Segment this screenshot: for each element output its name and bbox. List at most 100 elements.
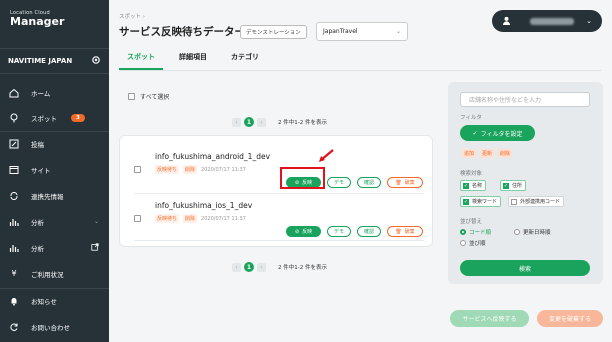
sidebar-item-label: お知らせ (31, 298, 57, 306)
org-name: NAVITIME JAPAN (8, 57, 73, 65)
select-all-checkbox[interactable] (128, 93, 135, 100)
sidebar-item-analytics-external[interactable]: 分析 (0, 235, 109, 260)
notification-badge: 3 (71, 113, 85, 122)
pin-icon (9, 113, 19, 123)
chip-label: 住所 (512, 183, 523, 189)
tab-spot[interactable]: スポット (119, 52, 163, 70)
prev-page-button[interactable]: ‹ (232, 117, 241, 127)
sidebar-item-integration[interactable]: 連携先情報 (0, 183, 109, 208)
project-select-value: JapanTravel (323, 28, 358, 35)
page-number[interactable]: 1 (244, 117, 254, 127)
sidebar-item-post[interactable]: 投稿 (0, 131, 109, 156)
confirm-button[interactable]: 確認 (357, 177, 381, 188)
sidebar-item-label: ホーム (31, 89, 51, 98)
sidebar-item-site[interactable]: サイト (0, 157, 109, 182)
discard-button[interactable]: 🗑 破棄 (387, 177, 423, 188)
sidebar-item-home[interactable]: ホーム (0, 80, 109, 105)
target-keyword-checkbox[interactable]: ✓ 検索ワード (460, 196, 502, 207)
sidebar-item-label: スポット (31, 114, 57, 123)
sidebar-item-usage[interactable]: ¥ ご利用状況 (0, 261, 109, 286)
tab-details[interactable]: 詳細項目 (171, 52, 215, 70)
confirm-button[interactable]: 確認 (357, 226, 381, 237)
sort-order-radio[interactable]: 並び順 (460, 239, 486, 247)
target-external-code-checkbox[interactable]: 外部連携用コード (508, 196, 565, 207)
apply-to-service-button[interactable]: サービスへ反映する (450, 310, 529, 327)
reflect-button[interactable]: ⊘ 反映 (286, 226, 321, 237)
sidebar: Location Cloud Manager NAVITIME JAPAN ホー… (0, 0, 109, 342)
row-checkbox[interactable] (134, 166, 141, 173)
page-title: サービス反映待ちデーター覧 (119, 26, 256, 38)
select-all-label: すべて選択 (140, 94, 170, 101)
project-select[interactable]: JapanTravel ⌄ (316, 22, 408, 41)
chip-label: 名称 (472, 183, 483, 189)
next-page-button[interactable]: › (257, 262, 266, 272)
sidebar-item-label: 分析 (31, 218, 44, 227)
user-menu[interactable]: ⌄ (492, 10, 602, 32)
updated-date: 2020/07/17 11:37 (201, 166, 246, 173)
prev-page-button[interactable]: ‹ (232, 262, 241, 272)
pagination-top: ‹ 1 › 2 件中1-2 件を表示 (232, 117, 327, 127)
chevron-down-icon: ⌄ (586, 17, 592, 25)
set-filter-button[interactable]: ✓ フィルタを設定 (460, 125, 535, 141)
tab-category[interactable]: カテゴリ (223, 52, 267, 70)
search-button[interactable]: 検索 (460, 260, 590, 276)
radio-unselected (460, 240, 466, 246)
chart-icon (9, 217, 19, 227)
spot-name[interactable]: info_fukushima_android_1_dev (155, 152, 270, 161)
demo-badge: デモンストレーション (240, 25, 307, 39)
sidebar-item-label: ご利用状況 (31, 270, 64, 279)
target-name-checkbox[interactable]: ✓ 名称 (460, 180, 487, 191)
discard-changes-button[interactable]: 変更を破棄する (537, 310, 603, 327)
refresh-icon (9, 322, 19, 332)
sidebar-item-spot[interactable]: スポット 3 (0, 105, 109, 130)
divider (134, 240, 424, 241)
sidebar-item-label: お問い合わせ (31, 323, 70, 332)
radio-label: 並び順 (469, 241, 486, 247)
edit-icon (9, 139, 19, 149)
target-address-checkbox[interactable]: ✓ 住所 (500, 180, 527, 191)
gear-icon[interactable] (91, 55, 101, 67)
radio-label: 更新日時順 (523, 230, 551, 236)
spot-name[interactable]: info_fukushima_ios_1_dev (155, 201, 252, 210)
search-placeholder: 店舗名称や住所などを入力 (469, 97, 542, 104)
filter-panel: 店舗名称や住所などを入力 フィルタ ✓ フィルタを設定 追加 更新 削除 検索対象… (448, 82, 603, 284)
sort-code-radio[interactable]: コード順 (460, 228, 491, 236)
sidebar-item-label: サイト (31, 166, 51, 175)
trash-icon: 🗑 (395, 228, 402, 235)
divider (119, 70, 601, 71)
bar-chart-icon (9, 243, 19, 253)
bell-icon (9, 296, 19, 306)
logo-title: Manager (10, 15, 65, 28)
user-name-redacted (529, 17, 574, 25)
row-checkbox[interactable] (134, 215, 141, 222)
page-number[interactable]: 1 (244, 262, 254, 272)
next-page-button[interactable]: › (257, 117, 266, 127)
breadcrumb[interactable]: スポット › (119, 12, 145, 20)
select-all[interactable]: すべて選択 (128, 92, 169, 101)
unchecked-box (511, 198, 517, 205)
chip-label: 外部連携用コード (520, 199, 561, 205)
search-input[interactable]: 店舗名称や住所などを入力 (460, 92, 590, 107)
sidebar-item-label: 分析 (31, 244, 44, 253)
app-logo[interactable]: Location Cloud Manager (10, 10, 64, 28)
filter-tag[interactable]: 削除 (498, 149, 513, 158)
filter-tag[interactable]: 更新 (480, 149, 495, 158)
sort-updated-radio[interactable]: 更新日時順 (514, 228, 551, 236)
radio-unselected (514, 229, 520, 235)
spot-list: info_fukushima_android_1_dev 反映待ち 削除 202… (119, 135, 433, 247)
list-item: info_fukushima_ios_1_dev 反映待ち 削除 2020/07… (120, 193, 434, 243)
sidebar-item-contact[interactable]: お問い合わせ (0, 314, 109, 339)
updated-date: 2020/07/17 11:37 (201, 215, 246, 222)
org-switcher[interactable]: NAVITIME JAPAN (0, 48, 109, 74)
sidebar-item-analytics[interactable]: 分析 ⌄ (0, 209, 109, 234)
check-icon: ✓ (503, 182, 509, 189)
search-target-label: 検索対象 (460, 171, 483, 177)
discard-button[interactable]: 🗑 破棄 (387, 226, 423, 237)
discard-button-label: 破棄 (404, 229, 415, 235)
filter-tag[interactable]: 追加 (462, 149, 477, 158)
home-icon (9, 88, 19, 98)
demo-button[interactable]: デモ (327, 177, 351, 188)
demo-button[interactable]: デモ (327, 226, 351, 237)
external-link-icon (91, 242, 99, 253)
sidebar-item-news[interactable]: お知らせ (0, 288, 109, 313)
